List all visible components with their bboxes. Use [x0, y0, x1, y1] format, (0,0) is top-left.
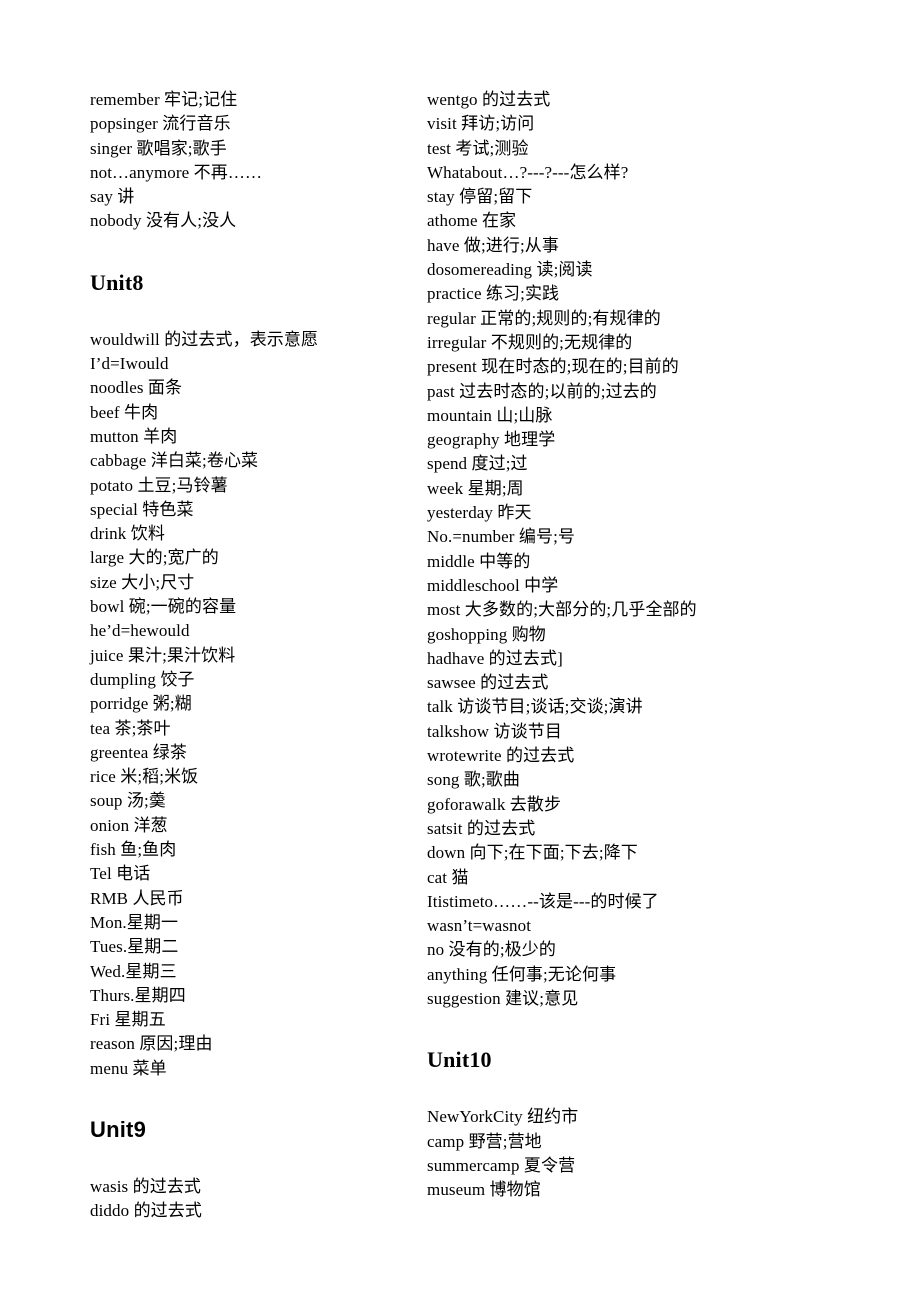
vocabulary-entry: popsinger 流行音乐	[90, 114, 231, 134]
vocabulary-entry: beef 牛肉	[90, 402, 159, 422]
vocabulary-entry: wrotewrite 的过去式	[427, 746, 575, 766]
vocabulary-entry: summercamp 夏令营	[427, 1155, 576, 1175]
unit-heading-block: Unit9	[90, 1081, 410, 1175]
vocabulary-entry: menu 菜单	[90, 1058, 167, 1078]
vocabulary-entry: talkshow 访谈节目	[427, 721, 562, 741]
vocabulary-entry: Wed.星期三	[90, 961, 177, 981]
vocabulary-entry: NewYorkCity 纽约市	[427, 1107, 579, 1127]
vocabulary-list: NewYorkCity 纽约市 camp 野营;营地 summercamp 夏令营 m…	[427, 1105, 787, 1202]
vocabulary-entry: special 特色菜	[90, 499, 194, 519]
vocabulary-entry: mutton 羊肉	[90, 426, 178, 446]
vocabulary-entry: anything 任何事;无论何事	[427, 964, 617, 984]
vocabulary-entry: nobody 没有人;没人	[90, 211, 237, 231]
document-page: remember 牢记;记住 popsinger 流行音乐 singer 歌唱家;歌…	[0, 0, 920, 1302]
vocabulary-entry: reason 原因;理由	[90, 1034, 213, 1054]
vocabulary-entry: camp 野营;营地	[427, 1131, 542, 1151]
vocabulary-entry: present 现在时态的;现在的;目前的	[427, 357, 679, 377]
vocabulary-entry: drink 饮料	[90, 524, 165, 544]
vocabulary-entry: potato 土豆;马铃薯	[90, 475, 228, 495]
vocabulary-list: wasis 的过去式 diddo 的过去式	[90, 1175, 410, 1224]
vocabulary-entry: regular 正常的;规则的;有规律的	[427, 308, 661, 328]
vocabulary-entry: large 大的;宽广的	[90, 548, 219, 568]
vocabulary-entry: goshopping 购物	[427, 624, 546, 644]
vocabulary-entry: middleschool 中学	[427, 575, 559, 595]
vocabulary-entry: greentea 绿茶	[90, 742, 187, 762]
vocabulary-entry: porridge 粥;糊	[90, 694, 192, 714]
vocabulary-entry: RMB 人民币	[90, 888, 184, 908]
vocabulary-entry: spend 度过;过	[427, 454, 528, 474]
vocabulary-list: wentgo 的过去式 visit 拜访;访问 test 考试;测验 Whatabou…	[427, 88, 787, 1011]
vocabulary-entry: dosomereading 读;阅读	[427, 260, 593, 280]
unit-heading-block: Unit8	[90, 234, 410, 328]
vocabulary-entry: no 没有的;极少的	[427, 940, 556, 960]
vocabulary-entry: practice 练习;实践	[427, 284, 560, 304]
left-column: remember 牢记;记住 popsinger 流行音乐 singer 歌唱家;歌…	[90, 88, 410, 1224]
vocabulary-entry: hadhave 的过去式]	[427, 648, 563, 668]
vocabulary-entry: yesterday 昨天	[427, 503, 532, 523]
vocabulary-entry: song 歌;歌曲	[427, 770, 520, 790]
vocabulary-entry: athome 在家	[427, 211, 517, 231]
vocabulary-entry: soup 汤;羮	[90, 791, 166, 811]
vocabulary-entry: not…anymore 不再……	[90, 162, 263, 182]
vocabulary-entry: size 大小;尺寸	[90, 572, 195, 592]
unit-heading-unit9: Unit9	[90, 1116, 146, 1142]
vocabulary-entry: Whatabout…?---?---怎么样?	[427, 162, 629, 182]
vocabulary-entry: museum 博物馆	[427, 1180, 541, 1200]
vocabulary-entry: Tues.星期二	[90, 937, 179, 957]
vocabulary-entry: fish 鱼;鱼肉	[90, 840, 177, 860]
vocabulary-entry: cat 猫	[427, 867, 469, 887]
vocabulary-entry: he’d=hewould	[90, 621, 190, 641]
vocabulary-entry: No.=number 编号;号	[427, 527, 576, 547]
unit-heading-unit10: Unit10	[427, 1047, 492, 1073]
vocabulary-entry: singer 歌唱家;歌手	[90, 138, 227, 158]
vocabulary-entry: Itistimeto……--该是---的时候了	[427, 891, 659, 911]
vocabulary-entry: diddo 的过去式	[90, 1201, 202, 1221]
vocabulary-entry: bowl 碗;一碗的容量	[90, 597, 237, 617]
vocabulary-entry: remember 牢记;记住	[90, 90, 238, 109]
vocabulary-entry: dumpling 饺子	[90, 669, 195, 689]
vocabulary-entry: say 讲	[90, 187, 135, 207]
vocabulary-list: wouldwill 的过去式，表示意愿 I’d=Iwould noodles 面条 b…	[90, 328, 410, 1081]
unit-heading-block: Unit10	[427, 1011, 787, 1105]
vocabulary-entry: Fri 星期五	[90, 1010, 166, 1030]
vocabulary-entry: sawsee 的过去式	[427, 673, 549, 693]
vocabulary-list: remember 牢记;记住 popsinger 流行音乐 singer 歌唱家;歌…	[90, 88, 410, 234]
vocabulary-entry: Mon.星期一	[90, 912, 179, 932]
vocabulary-entry: wasn’t=wasnot	[427, 916, 532, 936]
vocabulary-entry: Tel 电话	[90, 864, 151, 884]
vocabulary-entry: suggestion 建议;意见	[427, 988, 579, 1008]
vocabulary-entry: wasis 的过去式	[90, 1176, 202, 1196]
vocabulary-entry: middle 中等的	[427, 551, 531, 571]
vocabulary-entry: talk 访谈节目;谈话;交谈;演讲	[427, 697, 643, 717]
vocabulary-entry: satsit 的过去式	[427, 818, 536, 838]
vocabulary-entry: mountain 山;山脉	[427, 405, 553, 425]
vocabulary-entry: visit 拜访;访问	[427, 114, 535, 134]
vocabulary-entry: wentgo 的过去式	[427, 90, 551, 109]
vocabulary-entry: Thurs.星期四	[90, 985, 186, 1005]
right-column: wentgo 的过去式 visit 拜访;访问 test 考试;测验 Whatabou…	[427, 88, 787, 1202]
two-column-layout: remember 牢记;记住 popsinger 流行音乐 singer 歌唱家;歌…	[0, 0, 920, 1302]
vocabulary-entry: down 向下;在下面;下去;降下	[427, 843, 638, 863]
unit-heading-unit8: Unit8	[90, 269, 144, 295]
vocabulary-entry: I’d=Iwould	[90, 354, 169, 374]
vocabulary-entry: juice 果汁;果汁饮料	[90, 645, 236, 665]
vocabulary-entry: onion 洋葱	[90, 815, 168, 835]
vocabulary-entry: have 做;进行;从事	[427, 235, 559, 255]
vocabulary-entry: cabbage 洋白菜;卷心菜	[90, 451, 259, 471]
vocabulary-entry: past 过去时态的;以前的;过去的	[427, 381, 657, 401]
vocabulary-entry: geography 地理学	[427, 430, 556, 450]
vocabulary-entry: goforawalk 去散步	[427, 794, 562, 814]
vocabulary-entry: test 考试;测验	[427, 138, 529, 158]
vocabulary-entry: tea 茶;茶叶	[90, 718, 171, 738]
vocabulary-entry: stay 停留;留下	[427, 187, 533, 207]
vocabulary-entry: week 星期;周	[427, 478, 524, 498]
vocabulary-entry: irregular 不规则的;无规律的	[427, 332, 633, 352]
vocabulary-entry: noodles 面条	[90, 378, 183, 398]
vocabulary-entry: most 大多数的;大部分的;几乎全部的	[427, 600, 697, 620]
vocabulary-entry: rice 米;稻;米饭	[90, 767, 199, 787]
vocabulary-entry: wouldwill 的过去式，表示意愿	[90, 329, 319, 349]
